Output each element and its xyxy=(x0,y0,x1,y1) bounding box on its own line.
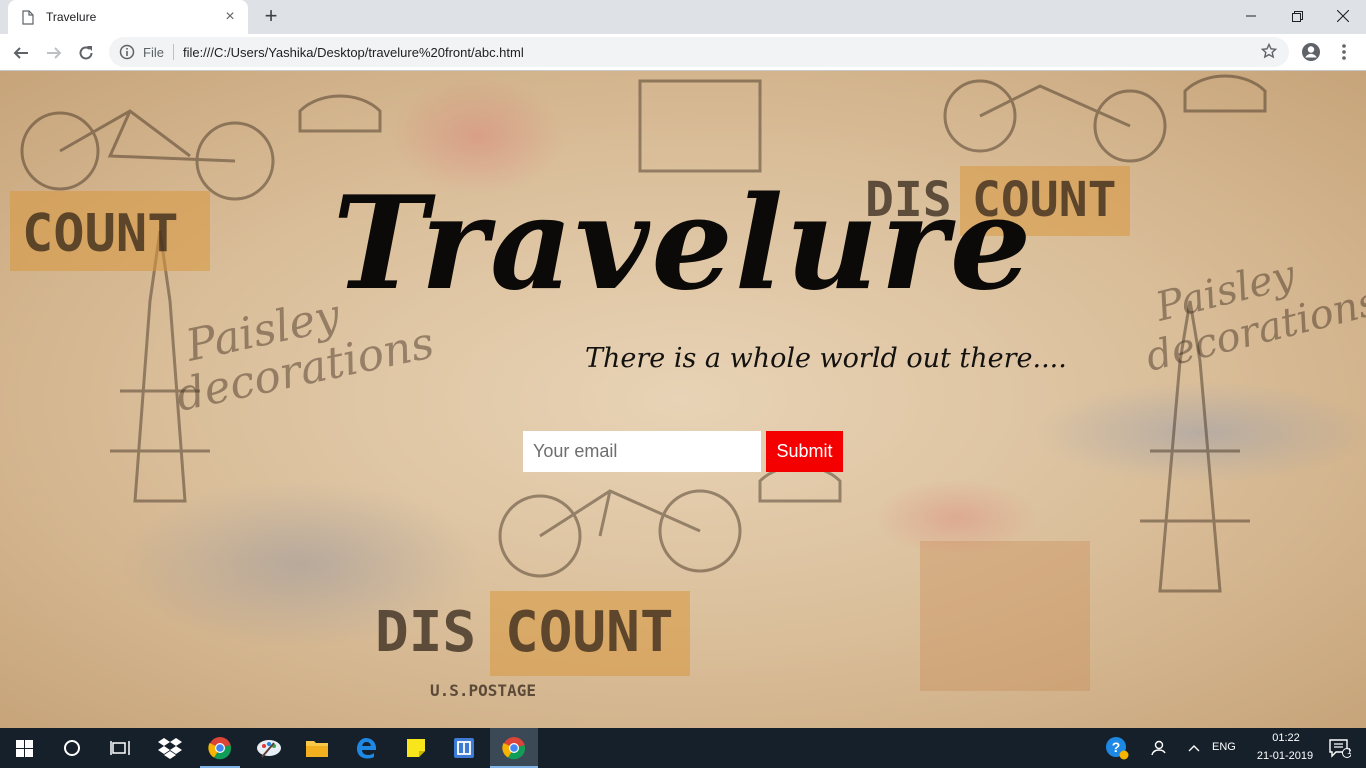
close-icon xyxy=(1337,10,1349,22)
clock-time[interactable]: 01:22 xyxy=(1264,732,1308,744)
forward-button[interactable] xyxy=(41,40,67,66)
svg-text:DIS: DIS xyxy=(375,600,476,665)
page-title: Travelure xyxy=(332,169,1034,319)
new-tab-button[interactable]: + xyxy=(258,4,284,30)
address-bar[interactable]: File file:///C:/Users/Yashika/Desktop/tr… xyxy=(109,37,1289,67)
tray-show-hidden[interactable] xyxy=(1180,728,1208,768)
paint-palette-icon xyxy=(257,740,281,758)
browser-tabstrip: Travelure × + xyxy=(0,0,1366,34)
windows-logo-icon xyxy=(15,739,33,757)
people-icon xyxy=(1151,740,1166,756)
minimize-icon xyxy=(1246,15,1256,17)
restore-button[interactable] xyxy=(1274,0,1320,32)
svg-text:COUNT: COUNT xyxy=(505,600,674,665)
document-icon xyxy=(22,9,34,25)
notification-count: 1 xyxy=(1347,747,1352,756)
tagline: There is a whole world out there.... xyxy=(585,343,1067,374)
minimize-button[interactable] xyxy=(1228,0,1274,32)
email-input[interactable] xyxy=(523,431,761,472)
tray-people[interactable] xyxy=(1140,728,1180,768)
reload-icon xyxy=(79,46,93,60)
taskbar-sticky-notes[interactable] xyxy=(392,728,440,768)
search-circle-icon xyxy=(64,740,80,756)
svg-text:?: ? xyxy=(1112,739,1121,755)
reload-button[interactable] xyxy=(73,40,99,66)
url-text[interactable]: file:///C:/Users/Yashika/Desktop/travelu… xyxy=(183,45,524,60)
scheme-label: File xyxy=(143,44,164,60)
taskbar-chrome-1[interactable] xyxy=(196,728,244,768)
submit-button[interactable]: Submit xyxy=(766,431,843,472)
close-window-button[interactable] xyxy=(1320,0,1366,32)
browser-tab[interactable]: Travelure × xyxy=(8,0,248,34)
chrome-icon xyxy=(502,737,526,760)
back-button[interactable] xyxy=(8,40,34,66)
restore-icon xyxy=(1291,10,1303,22)
app-window-icon xyxy=(454,738,474,758)
tab-title: Travelure xyxy=(46,10,97,24)
taskbar-chrome-active[interactable] xyxy=(490,728,538,768)
sticky-note-icon xyxy=(407,739,425,757)
bookmark-star-icon[interactable] xyxy=(1261,43,1277,59)
folder-icon xyxy=(306,741,328,757)
taskbar-edge[interactable] xyxy=(342,728,390,768)
chrome-icon xyxy=(208,737,232,760)
help-icon: ? xyxy=(1106,737,1129,760)
taskbar-app[interactable] xyxy=(440,728,488,768)
language-indicator[interactable]: ENG xyxy=(1212,741,1236,753)
search-button[interactable] xyxy=(48,728,96,768)
taskbar-dropbox[interactable] xyxy=(146,728,194,768)
browser-toolbar: File file:///C:/Users/Yashika/Desktop/tr… xyxy=(0,34,1366,71)
action-center-button[interactable]: 1 xyxy=(1318,728,1362,768)
more-menu-icon[interactable] xyxy=(1336,42,1352,62)
tray-help[interactable]: ? xyxy=(1095,728,1139,768)
taskbar-paint[interactable] xyxy=(245,728,293,768)
task-view-icon xyxy=(110,741,130,755)
svg-text:U.S.POSTAGE: U.S.POSTAGE xyxy=(430,681,536,700)
windows-taskbar: ? ENG 01:22 21-01-2019 1 xyxy=(0,728,1366,768)
taskbar-file-explorer[interactable] xyxy=(293,728,341,768)
start-button[interactable] xyxy=(0,728,48,768)
info-icon[interactable] xyxy=(119,44,135,60)
divider xyxy=(172,44,174,60)
chevron-up-icon xyxy=(1188,745,1200,752)
page-hero: COUNT DIS COUNT DIS COUNT U.S.POSTAGE Pais… xyxy=(0,71,1366,728)
task-view-button[interactable] xyxy=(96,728,144,768)
edge-icon xyxy=(357,738,376,759)
profile-avatar-icon[interactable] xyxy=(1301,42,1321,62)
arrow-right-icon xyxy=(47,47,62,59)
clock-date[interactable]: 21-01-2019 xyxy=(1250,750,1320,762)
tab-close-icon[interactable]: × xyxy=(222,8,238,26)
arrow-left-icon xyxy=(13,47,28,59)
dropbox-icon xyxy=(158,738,182,759)
